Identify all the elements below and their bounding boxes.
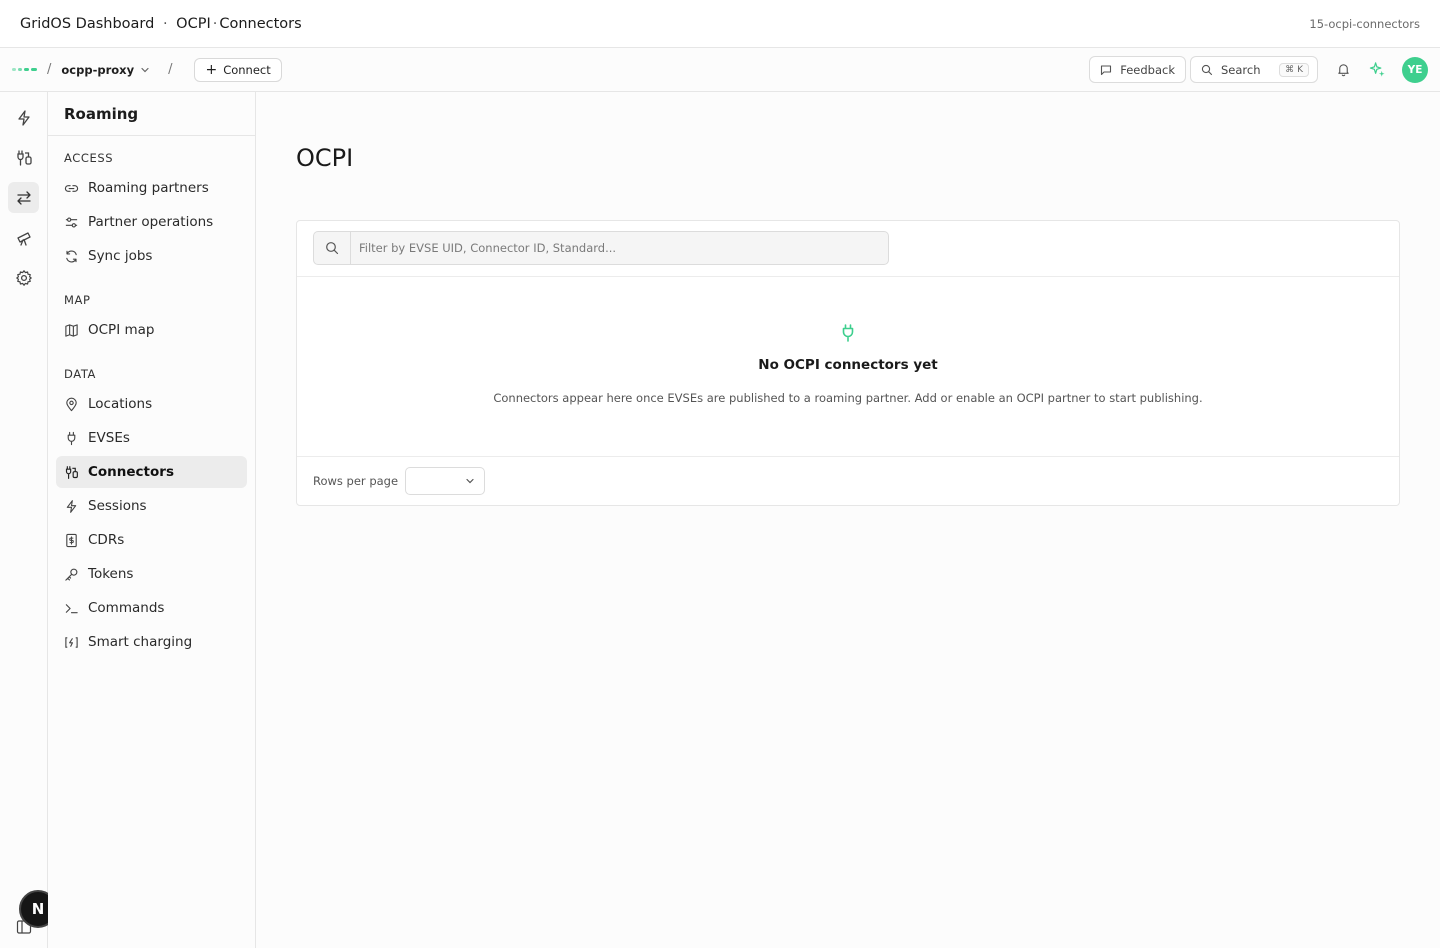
sidebar-item-smart-charging[interactable]: Smart charging [56, 626, 247, 658]
sidebar-item-label: Smart charging [88, 634, 193, 650]
link-icon [64, 184, 79, 192]
sidebar-item-label: CDRs [88, 532, 125, 548]
top-navbar: / ocpp-proxy / + Connect Feedback Search… [0, 48, 1440, 92]
sidebar-item-tokens[interactable]: Tokens [56, 558, 247, 590]
rail-connector-icon[interactable] [8, 142, 39, 173]
title-page: Connectors [219, 15, 302, 32]
filter-field[interactable] [313, 231, 889, 265]
breadcrumb-separator: / [168, 62, 173, 77]
terminal-icon [65, 603, 78, 613]
sidebar-item-label: Partner operations [88, 214, 214, 230]
window-slug: 15-ocpi-connectors [1309, 16, 1420, 31]
shortcut-key-k: K [1297, 64, 1303, 75]
bolt-icon [66, 499, 77, 513]
sidebar-item-ocpi-map[interactable]: OCPI map [56, 314, 247, 346]
sidebar-item-label: Commands [88, 600, 165, 616]
rows-per-page-select[interactable] [405, 467, 486, 495]
sidebar-item-label: Connectors [88, 464, 174, 480]
user-avatar[interactable]: YE [1402, 56, 1428, 83]
sidebar-item-partner-operations[interactable]: Partner operations [56, 206, 247, 238]
brand-logo[interactable] [12, 68, 37, 71]
search-icon [314, 232, 351, 264]
plug-icon [67, 431, 76, 445]
sidebar-item-label: Sessions [88, 498, 147, 514]
title-separator: · [212, 15, 218, 32]
sidebar-item-evses[interactable]: EVSEs [56, 422, 247, 454]
chevron-down-icon [141, 67, 149, 72]
sidebar-item-label: Sync jobs [88, 248, 153, 264]
project-name: ocpp-proxy [61, 62, 135, 77]
rail-bolt-icon[interactable] [8, 102, 39, 133]
rows-per-page-label: Rows per page [313, 474, 399, 488]
connectors-table-card: No OCPI connectors yet Connectors appear… [296, 220, 1400, 506]
sidebar-item-label: Tokens [88, 566, 134, 582]
empty-state-title: No OCPI connectors yet [758, 357, 938, 373]
plus-icon: + [205, 61, 218, 78]
feedback-label: Feedback [1120, 62, 1175, 77]
sidebar-item-label: Locations [88, 396, 153, 412]
title-app: GridOS Dashboard [20, 15, 155, 32]
section-label-access: ACCESS [64, 151, 114, 165]
refresh-icon [66, 250, 77, 262]
title-separator: · [162, 15, 168, 32]
filter-input[interactable] [351, 232, 888, 264]
roaming-sidebar: Roaming ACCESS Roaming partners Partner … [48, 92, 256, 948]
sidebar-item-label: Roaming partners [88, 180, 209, 196]
connector-icon [65, 465, 78, 479]
rail-gear-icon[interactable] [8, 262, 39, 293]
map-icon [65, 323, 78, 337]
sidebar-item-label: EVSEs [88, 430, 130, 446]
empty-state: No OCPI connectors yet Connectors appear… [297, 277, 1399, 457]
key-icon [65, 568, 78, 581]
search-button[interactable]: Search ⌘ K [1190, 56, 1318, 83]
sidebar-item-label: OCPI map [88, 322, 155, 338]
connect-label: Connect [223, 62, 271, 77]
window-title: GridOS Dashboard · OCPI · Connectors [20, 16, 302, 32]
sidebar-item-locations[interactable]: Locations [56, 388, 247, 420]
sliders-icon [65, 217, 78, 227]
sidebar-title: Roaming [48, 92, 255, 136]
chevron-down-icon [466, 478, 474, 484]
search-label: Search [1221, 62, 1261, 77]
bell-icon[interactable] [1334, 61, 1352, 79]
table-footer: Rows per page [297, 457, 1399, 505]
sidebar-item-roaming-partners[interactable]: Roaming partners [56, 172, 247, 204]
window-titlebar: GridOS Dashboard · OCPI · Connectors 15-oc… [0, 0, 1440, 48]
rail-telescope-icon[interactable] [8, 222, 39, 253]
message-icon [1101, 64, 1112, 75]
title-section: OCPI [176, 15, 211, 32]
empty-state-description: Connectors appear here once EVSEs are pu… [493, 391, 1203, 405]
search-icon [1201, 64, 1213, 75]
map-pin-icon [66, 397, 77, 411]
feedback-button[interactable]: Feedback [1089, 56, 1186, 83]
sidebar-item-connectors[interactable]: Connectors [56, 456, 247, 488]
connect-button[interactable]: + Connect [194, 57, 282, 82]
sidebar-item-cdrs[interactable]: CDRs [56, 524, 247, 556]
search-shortcut: ⌘ K [1279, 62, 1309, 77]
receipt-icon [66, 533, 77, 547]
sidebar-item-sessions[interactable]: Sessions [56, 490, 247, 522]
shortcut-key-cmd: ⌘ [1285, 64, 1295, 75]
rail-arrows-icon[interactable] [8, 182, 39, 213]
table-toolbar [297, 221, 1399, 277]
plug-icon [842, 324, 854, 342]
icon-rail: N [0, 92, 57, 948]
smart-charging-icon [65, 636, 78, 648]
main-content: OCPI No OCPI connectors yet Connectors a… [256, 92, 1440, 948]
section-label-map: MAP [64, 293, 91, 307]
sparkles-icon[interactable] [1368, 61, 1386, 79]
page-title: OCPI [296, 144, 354, 172]
section-label-data: DATA [64, 367, 97, 381]
breadcrumb-separator: / [47, 62, 52, 77]
sidebar-item-commands[interactable]: Commands [56, 592, 247, 624]
project-selector[interactable]: ocpp-proxy [61, 63, 150, 77]
sidebar-item-sync-jobs[interactable]: Sync jobs [56, 240, 247, 272]
